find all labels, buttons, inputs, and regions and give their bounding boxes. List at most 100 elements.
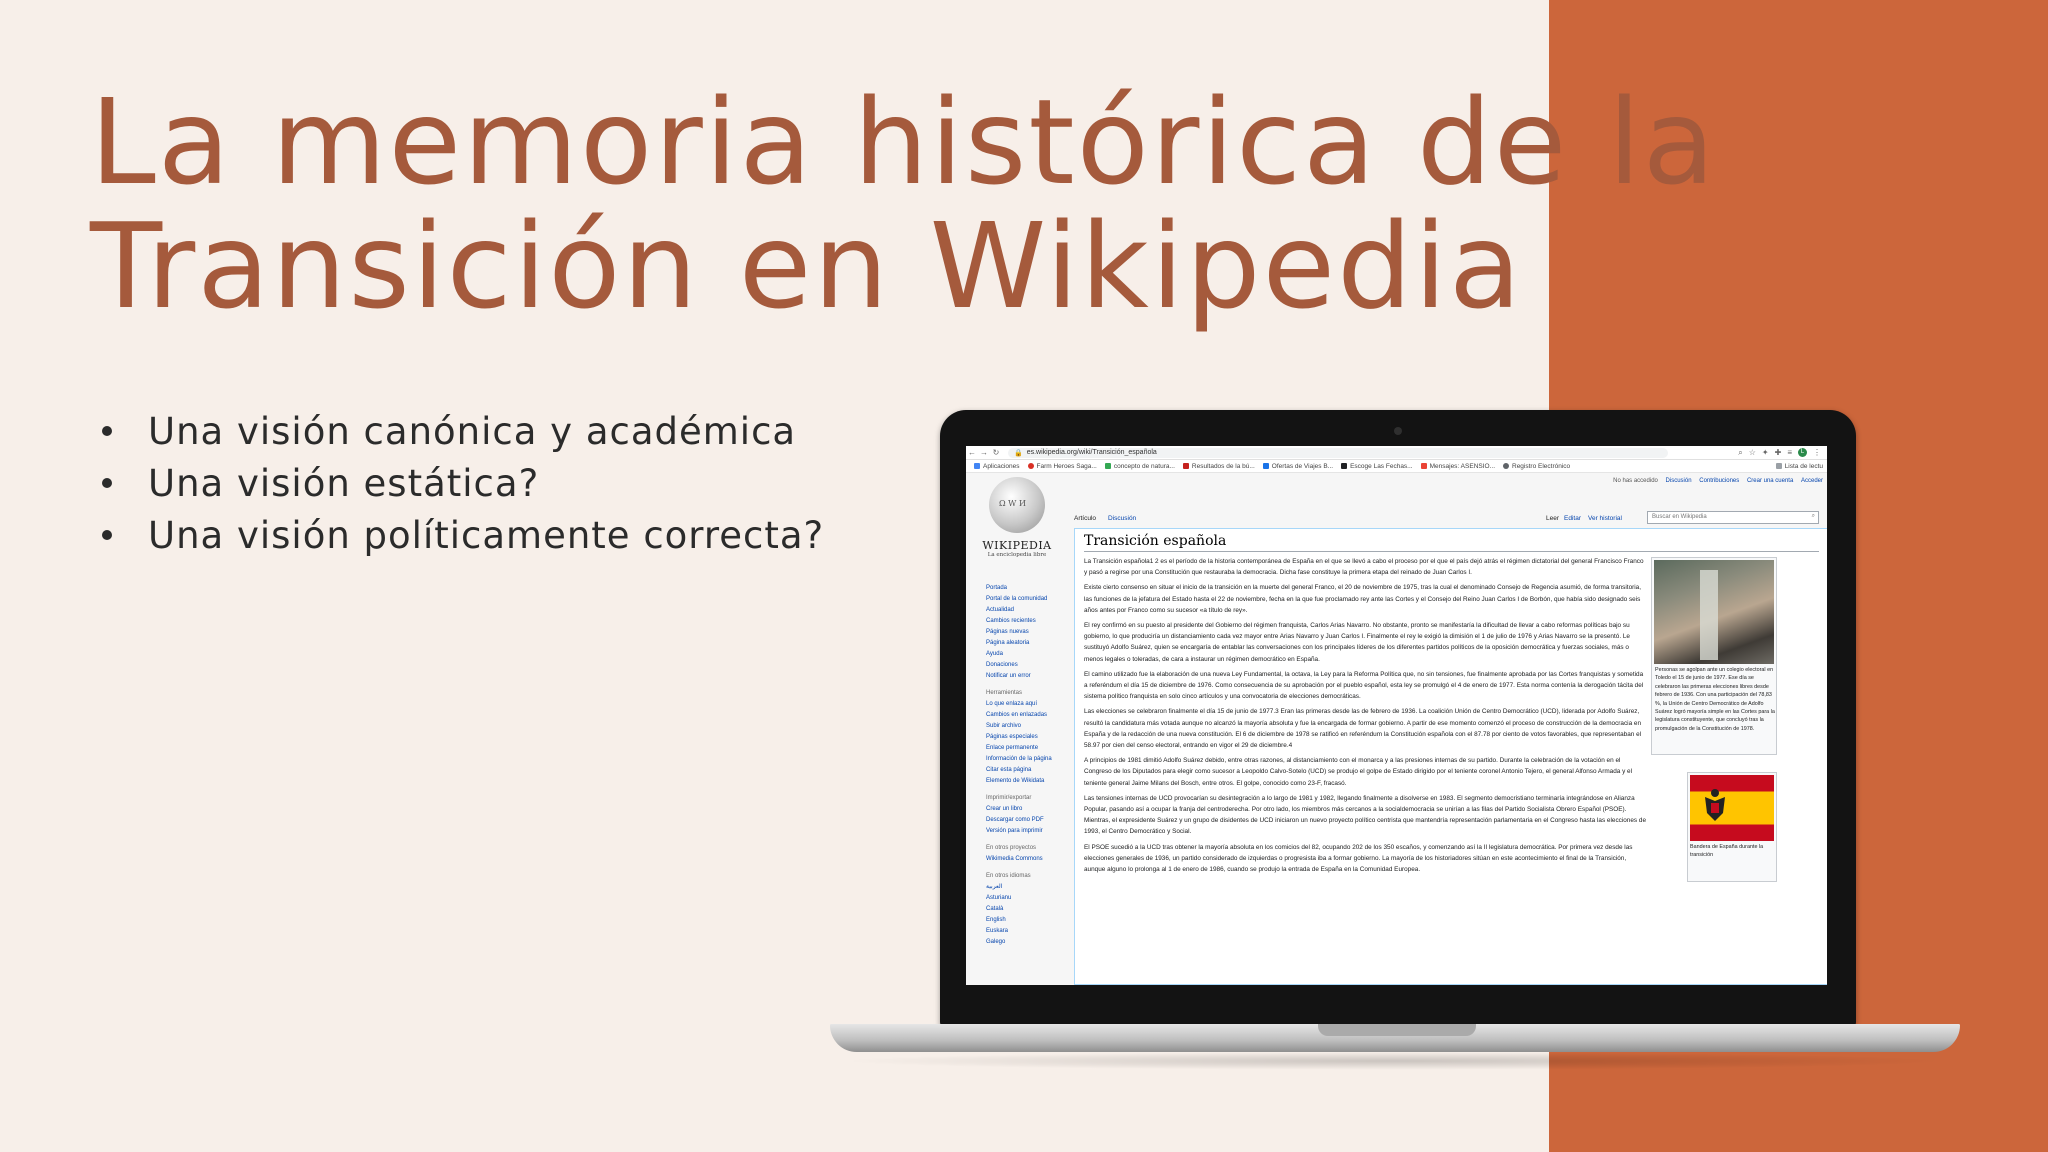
logo-subtitle: La enciclopedia libre xyxy=(987,552,1047,558)
bullet-text: Una visión estática? xyxy=(148,461,540,505)
google-icon xyxy=(1104,463,1111,469)
title-line-1: La memoria histórica de la xyxy=(90,73,1717,211)
toolbar-icons: ⌕ ☆ ✦ ✚ ≡ L ⋮ xyxy=(1738,447,1827,458)
spain-flag-image[interactable] xyxy=(1690,775,1774,841)
sidebar-item[interactable]: Subir archivo xyxy=(986,721,1068,732)
sidebar-item[interactable]: Portal de la comunidad xyxy=(986,594,1068,605)
playlist-icon[interactable]: ≡ xyxy=(1787,448,1792,458)
sidebar-item[interactable]: Donaciones xyxy=(986,660,1068,671)
sidebar-item[interactable]: Cambios en enlazadas xyxy=(986,710,1068,721)
bookmark[interactable]: concepto de natura... xyxy=(1104,463,1175,470)
article-paragraph: La Transición española1 2 es el período … xyxy=(1084,558,1644,577)
sidebar-item[interactable]: Descargar como PDF xyxy=(986,815,1068,826)
sidebar-item[interactable]: Wikimedia Commons xyxy=(986,854,1068,865)
language-link[interactable]: العربية xyxy=(986,882,1068,893)
language-link[interactable]: Asturianu xyxy=(986,893,1068,904)
election-photo[interactable] xyxy=(1654,560,1774,664)
sidebar-item[interactable]: Cambios recientes xyxy=(986,616,1068,627)
laptop-shadow xyxy=(840,1052,1950,1070)
browser-toolbar: ← → ↻ 🔒 es.wikipedia.org/wiki/Transición… xyxy=(966,446,1827,460)
back-icon[interactable]: ← xyxy=(966,448,978,457)
sidebar-item[interactable]: Información de la página xyxy=(986,754,1068,765)
search-icon[interactable]: ⌕ xyxy=(1812,513,1815,520)
profile-avatar[interactable]: L xyxy=(1798,447,1807,457)
sidebar-item[interactable]: Ayuda xyxy=(986,649,1068,660)
sidebar-heading: En otros idiomas xyxy=(986,873,1031,879)
language-link[interactable]: Euskara xyxy=(986,926,1068,937)
tab-article[interactable]: Artículo xyxy=(1074,515,1096,522)
bullet-text: Una visión políticamente correcta? xyxy=(148,513,825,557)
article-paragraph: Existe cierto consenso en situar el inic… xyxy=(1084,584,1642,614)
bullet-text: Una visión canónica y académica xyxy=(148,409,797,453)
camera-icon xyxy=(1394,427,1402,435)
laptop-notch xyxy=(1318,1024,1476,1036)
not-logged-in: No has accedido xyxy=(1613,478,1658,484)
extension-icon[interactable]: ✦ xyxy=(1762,448,1769,458)
sidebar-item[interactable]: Versión para imprimir xyxy=(986,826,1068,837)
url-text: es.wikipedia.org/wiki/Transición_español… xyxy=(1026,449,1157,456)
puzzle-icon[interactable]: ✚ xyxy=(1775,448,1782,458)
flag-thumbnail[interactable]: Bandera de España durante la transición xyxy=(1687,772,1777,882)
sidebar-item[interactable]: Notificar un error xyxy=(986,671,1068,682)
apps-icon xyxy=(974,463,980,469)
forward-icon[interactable]: → xyxy=(978,448,990,457)
language-link[interactable]: English xyxy=(986,915,1068,926)
bookmark-favicon-icon xyxy=(1027,463,1034,469)
address-bar[interactable]: 🔒 es.wikipedia.org/wiki/Transición_españ… xyxy=(1008,447,1668,458)
slide-title: La memoria histórica de la Transición en… xyxy=(90,73,1717,335)
search-input[interactable]: Buscar en Wikipedia ⌕ xyxy=(1647,511,1819,524)
page-tabs: Artículo Discusión Leer Editar Ver histo… xyxy=(1074,511,1827,527)
bookmark[interactable]: Resultados de la bú... xyxy=(1182,463,1255,470)
personal-link[interactable]: Crear una cuenta xyxy=(1747,478,1793,484)
sidebar-item[interactable]: Citar esta página xyxy=(986,765,1068,776)
reading-list-icon xyxy=(1775,463,1782,469)
article-paragraph: El rey confirmó en su puesto al presiden… xyxy=(1084,622,1630,663)
personal-link[interactable]: Discusión xyxy=(1666,478,1692,484)
tab-talk[interactable]: Discusión xyxy=(1108,515,1136,522)
sidebar-item[interactable]: Crear un libro xyxy=(986,804,1068,815)
zoom-icon[interactable]: ⌕ xyxy=(1738,448,1742,458)
sidebar-item[interactable]: Actualidad xyxy=(986,605,1068,616)
lock-icon: 🔒 xyxy=(1014,449,1023,457)
bookmark-favicon-icon xyxy=(1262,463,1269,469)
bookmark[interactable]: Escoge Las Fechas... xyxy=(1341,463,1413,470)
language-link[interactable]: Galego xyxy=(986,937,1068,948)
language-link[interactable]: Català xyxy=(986,904,1068,915)
bullet-item: Una visión canónica y académica xyxy=(100,405,900,457)
tab-history[interactable]: Ver historial xyxy=(1588,515,1622,522)
menu-icon[interactable]: ⋮ xyxy=(1813,448,1821,458)
article-paragraph: El PSOE sucedió a la UCD tras obtener la… xyxy=(1084,843,1633,874)
search-placeholder: Buscar en Wikipedia xyxy=(1652,514,1707,520)
title-divider xyxy=(1084,551,1819,552)
sidebar-item[interactable]: Portada xyxy=(986,583,1068,594)
sidebar-item[interactable]: Página aleatoria xyxy=(986,638,1068,649)
reading-list[interactable]: Lista de lectu xyxy=(1775,463,1823,470)
personal-link[interactable]: Acceder xyxy=(1801,478,1823,484)
sidebar-heading: Imprimir/exportar xyxy=(986,795,1032,801)
bookmark[interactable]: Ofertas de Viajes B... xyxy=(1262,463,1333,470)
tab-edit[interactable]: Editar xyxy=(1564,515,1581,522)
article-paragraph: A principios de 1981 dimitió Adolfo Suár… xyxy=(1084,757,1633,787)
personal-tools: No has accedido Discusión Contribuciones… xyxy=(1607,478,1823,484)
bookmark-apps[interactable]: Aplicaciones xyxy=(974,463,1020,470)
bookmark-favicon-icon xyxy=(1341,463,1348,469)
bookmarks-bar: Aplicaciones Farm Heroes Saga... concept… xyxy=(966,460,1827,473)
title-line-2: Transición en Wikipedia xyxy=(90,197,1524,335)
personal-link[interactable]: Contribuciones xyxy=(1699,478,1739,484)
sidebar-item[interactable]: Páginas nuevas xyxy=(986,627,1068,638)
sidebar-item[interactable]: Enlace permanente xyxy=(986,743,1068,754)
bookmark[interactable]: Mensajes: ASENSIO... xyxy=(1420,463,1495,470)
wikipedia-logo[interactable]: WIKIPEDIA La enciclopedia libre xyxy=(978,477,1056,558)
photo-caption: Personas se agolpan ante un colegio elec… xyxy=(1655,667,1775,732)
article-content: Transición española La Transición españo… xyxy=(1074,528,1827,985)
image-thumbnail[interactable]: Personas se agolpan ante un colegio elec… xyxy=(1651,557,1777,755)
bookmark[interactable]: Farm Heroes Saga... xyxy=(1027,463,1097,470)
reload-icon[interactable]: ↻ xyxy=(990,448,1002,457)
sidebar-item[interactable]: Páginas especiales xyxy=(986,732,1068,743)
sidebar-item[interactable]: Elemento de Wikidata xyxy=(986,776,1068,787)
sidebar-heading: Herramientas xyxy=(986,690,1023,696)
sidebar-item[interactable]: Lo que enlaza aquí xyxy=(986,699,1068,710)
bookmark[interactable]: Registro Electrónico xyxy=(1503,463,1570,470)
tab-read[interactable]: Leer xyxy=(1546,515,1559,522)
star-icon[interactable]: ☆ xyxy=(1749,448,1756,458)
